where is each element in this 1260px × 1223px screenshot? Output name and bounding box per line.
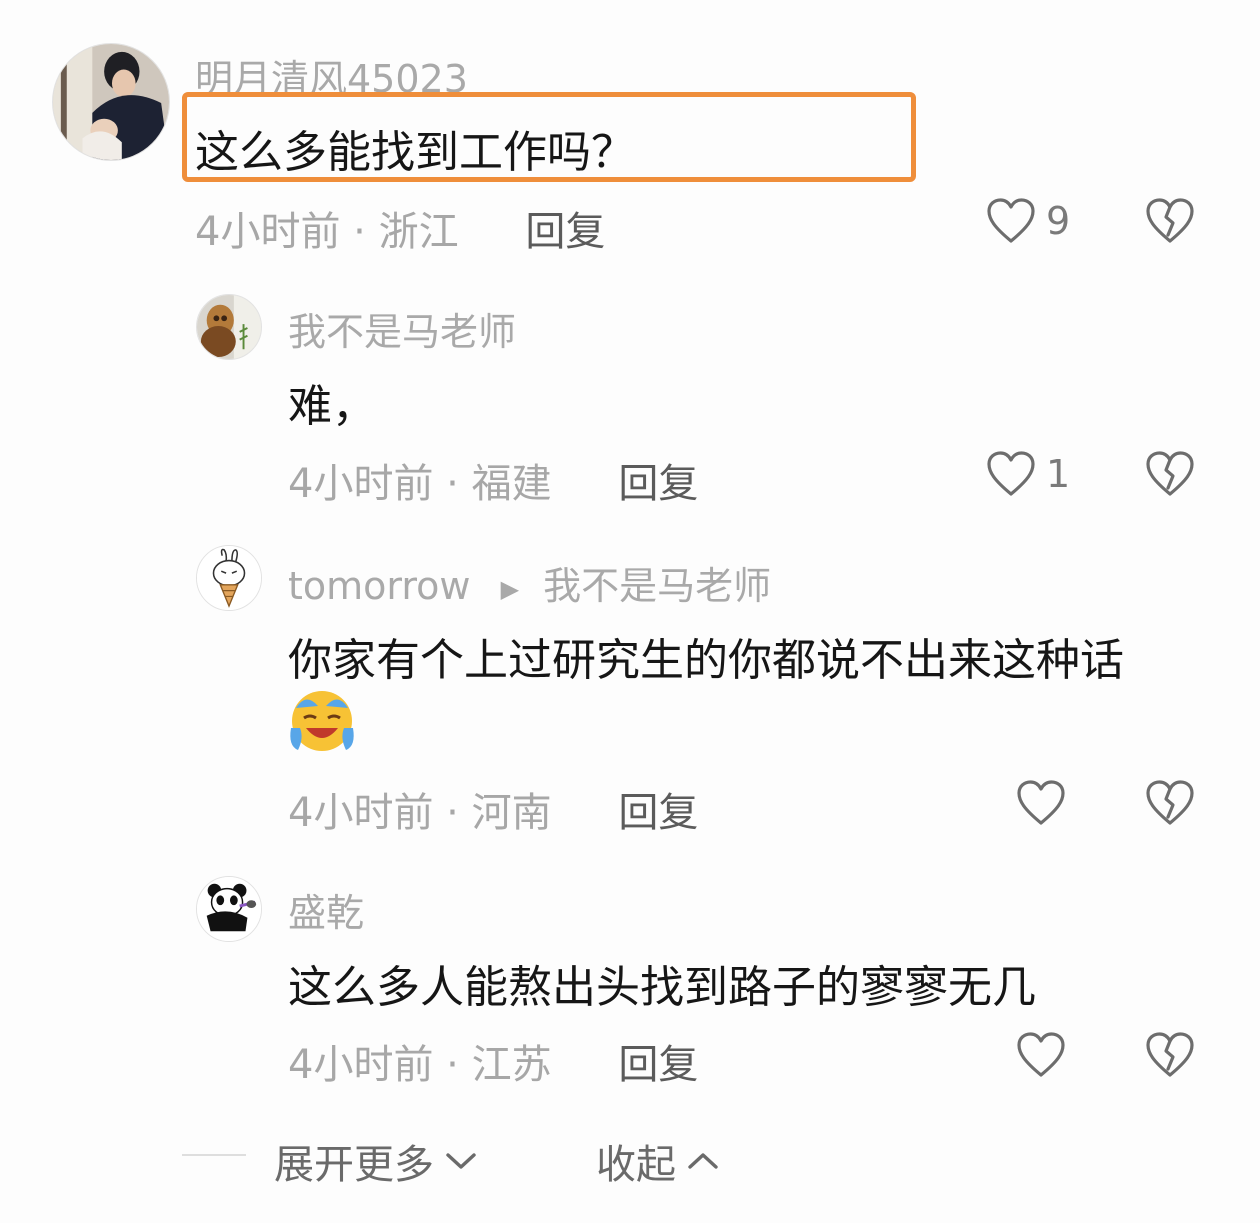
- chevron-down-icon: [446, 1153, 476, 1169]
- reply-arrow-icon: ▶: [500, 574, 520, 603]
- broken-heart-icon: [1146, 451, 1194, 496]
- comment-username: tomorrow ▶ 我不是马老师: [288, 555, 771, 610]
- heart-icon: [987, 198, 1035, 243]
- collapse-label: 收起: [596, 1142, 676, 1188]
- like-count: 1: [1046, 452, 1071, 496]
- rabbit-cartoon-avatar-icon: [197, 546, 261, 610]
- broken-heart-icon: [1146, 198, 1194, 243]
- comment-location: 浙江: [378, 209, 459, 255]
- like-button[interactable]: [1016, 1031, 1066, 1079]
- comment-text: 你家有个上过研究生的你都说不出来这种话: [288, 635, 1124, 686]
- dislike-button[interactable]: [1145, 450, 1195, 498]
- panda-meme-avatar-icon: [197, 877, 261, 941]
- dislike-button[interactable]: [1145, 197, 1195, 245]
- comment-meta: 4小时前 · 河南 回复: [288, 780, 698, 838]
- avatar[interactable]: [196, 294, 262, 360]
- reply-button[interactable]: 回复: [525, 209, 605, 255]
- broken-heart-icon: [1146, 780, 1194, 825]
- meta-separator: ·: [446, 461, 472, 507]
- footer-divider: [182, 1154, 246, 1156]
- like-button[interactable]: [1016, 779, 1066, 827]
- comment-location: 江苏: [471, 1042, 552, 1088]
- user-photo-avatar-icon: [53, 44, 169, 160]
- reply-button[interactable]: 回复: [618, 790, 698, 836]
- reply-button[interactable]: 回复: [618, 461, 698, 507]
- comment-meta: 4小时前 · 浙江 回复: [195, 199, 605, 257]
- reply-button[interactable]: 回复: [618, 1042, 698, 1088]
- avatar[interactable]: [52, 43, 170, 161]
- collapse-button[interactable]: 收起: [596, 1132, 720, 1190]
- comment-location: 福建: [471, 461, 552, 507]
- chevron-up-icon: [688, 1153, 718, 1169]
- dislike-button[interactable]: [1145, 1031, 1195, 1079]
- meta-separator: ·: [446, 790, 472, 836]
- comment-location: 河南: [471, 790, 552, 836]
- broken-heart-icon: [1146, 1032, 1194, 1077]
- crying-laughing-emoji-icon: [288, 688, 356, 758]
- heart-icon: [987, 451, 1035, 496]
- comment-meta: 4小时前 · 江苏 回复: [288, 1032, 698, 1090]
- comment-text: 难，: [288, 381, 376, 432]
- comment-username[interactable]: 我不是马老师: [288, 301, 516, 356]
- heart-icon: [1017, 780, 1065, 825]
- heart-icon: [1017, 1032, 1065, 1077]
- like-button[interactable]: 1: [986, 450, 1070, 498]
- figurine-avatar-icon: [197, 295, 261, 359]
- meta-separator: ·: [353, 209, 379, 255]
- expand-more-label: 展开更多: [274, 1142, 434, 1188]
- comment-time: 4小时前: [288, 1042, 434, 1088]
- avatar[interactable]: [196, 545, 262, 611]
- expand-more-button[interactable]: 展开更多: [274, 1132, 478, 1190]
- comment-username-link[interactable]: tomorrow: [288, 564, 471, 608]
- comment-time: 4小时前: [288, 790, 434, 836]
- comment-meta: 4小时前 · 福建 回复: [288, 451, 698, 509]
- reply-to-username[interactable]: 我不是马老师: [543, 564, 771, 608]
- dislike-button[interactable]: [1145, 779, 1195, 827]
- meta-separator: ·: [446, 1042, 472, 1088]
- avatar[interactable]: [196, 876, 262, 942]
- comment-username[interactable]: 盛乾: [288, 882, 364, 937]
- highlight-box: [182, 92, 916, 182]
- like-count: 9: [1046, 199, 1071, 243]
- comment-text: 这么多人能熬出头找到路子的寥寥无几: [288, 962, 1036, 1013]
- comment-time: 4小时前: [195, 209, 341, 255]
- comment-time: 4小时前: [288, 461, 434, 507]
- like-button[interactable]: 9: [986, 197, 1070, 245]
